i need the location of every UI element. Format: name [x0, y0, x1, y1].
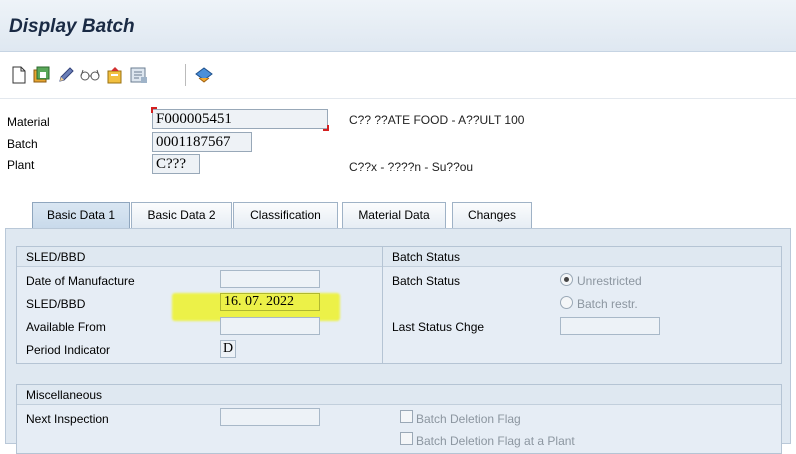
restricted-radio[interactable]: [560, 296, 573, 309]
date-of-manufacture-label: Date of Manufacture: [26, 274, 135, 288]
material-input[interactable]: F000005451: [152, 109, 328, 129]
unrestricted-label: Unrestricted: [577, 274, 642, 288]
tab-basic-data-2[interactable]: Basic Data 2: [131, 202, 232, 228]
deletion-flag-plant-label: Batch Deletion Flag at a Plant: [416, 434, 575, 448]
classification-icon[interactable]: [193, 64, 215, 86]
title-bar: Display Batch: [0, 0, 796, 52]
deletion-flag-checkbox[interactable]: [400, 410, 413, 423]
plant-label: Plant: [7, 158, 35, 172]
tab-content-panel: SLED/BBD Date of Manufacture SLED/BBD 16…: [5, 228, 791, 454]
tab-strip: Basic Data 1 Basic Data 2 Classification…: [0, 190, 796, 230]
header-area: Material F000005451 C?? ??ATE FOOD - A??…: [0, 98, 796, 190]
next-inspection-label: Next Inspection: [26, 412, 109, 426]
unrestricted-radio[interactable]: [560, 273, 573, 286]
available-from-label: Available From: [26, 320, 106, 334]
toolbar-separator: [185, 64, 186, 86]
batch-status-group: Batch Status Batch Status Unrestricted B…: [382, 246, 782, 364]
glasses-display-icon[interactable]: [79, 64, 101, 86]
period-indicator-label: Period Indicator: [26, 343, 111, 357]
deletion-flag-label: Batch Deletion Flag: [416, 412, 521, 426]
available-from-input[interactable]: [220, 317, 320, 335]
new-document-icon[interactable]: [8, 64, 30, 86]
sled-input[interactable]: 16. 07. 2022: [220, 293, 320, 311]
application-toolbar: [0, 52, 796, 98]
tab-material-data[interactable]: Material Data: [342, 202, 446, 228]
tab-basic-data-1[interactable]: Basic Data 1: [32, 202, 130, 228]
material-label: Material: [7, 115, 50, 129]
deletion-flag-plant-checkbox[interactable]: [400, 432, 413, 445]
miscellaneous-group-title: Miscellaneous: [17, 385, 781, 405]
focus-marker-top: [151, 107, 157, 113]
batch-status-group-title: Batch Status: [383, 247, 781, 267]
tab-changes[interactable]: Changes: [452, 202, 532, 228]
date-of-manufacture-input[interactable]: [220, 270, 320, 288]
where-used-icon[interactable]: [104, 64, 126, 86]
plant-input[interactable]: C???: [152, 154, 200, 174]
restricted-label: Batch restr.: [577, 297, 638, 311]
sled-label: SLED/BBD: [26, 297, 86, 311]
other-batch-icon[interactable]: [31, 64, 53, 86]
last-status-change-input[interactable]: [560, 317, 660, 335]
tab-classification[interactable]: Classification: [233, 202, 338, 228]
batch-status-label: Batch Status: [392, 274, 461, 288]
focus-marker-bottom: [323, 125, 329, 131]
next-inspection-input[interactable]: [220, 408, 320, 426]
page-title: Display Batch: [9, 16, 135, 37]
batch-label: Batch: [7, 137, 38, 151]
sled-group: SLED/BBD Date of Manufacture SLED/BBD 16…: [16, 246, 383, 364]
sled-group-title: SLED/BBD: [17, 247, 382, 267]
plant-description: C??x - ????n - Su??ou: [349, 160, 474, 174]
period-indicator-input[interactable]: D: [220, 340, 236, 358]
batch-input[interactable]: 0001187567: [152, 132, 252, 152]
last-status-change-label: Last Status Chge: [392, 320, 485, 334]
batch-info-icon[interactable]: [128, 64, 150, 86]
edit-pencil-icon[interactable]: [55, 64, 77, 86]
material-description: C?? ??ATE FOOD - A??ULT 100: [349, 113, 525, 127]
